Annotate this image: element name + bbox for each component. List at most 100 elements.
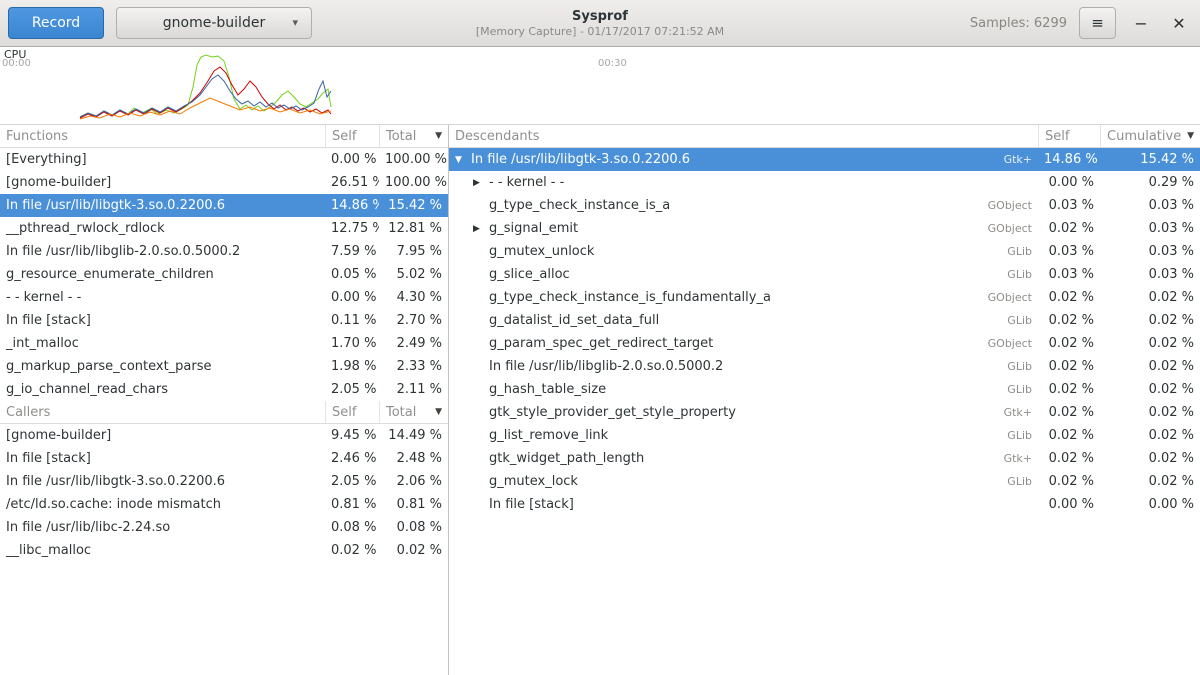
descendants-row[interactable]: g_hash_table_sizeGLib0.02 %0.02 %	[449, 378, 1200, 401]
column-header-self[interactable]: Self	[1038, 125, 1100, 147]
function-name: __pthread_rwlock_rdlock	[0, 221, 325, 236]
functions-row[interactable]: In file /usr/lib/libgtk-3.so.0.2200.614.…	[0, 194, 448, 217]
functions-row[interactable]: _int_malloc1.70 %2.49 %	[0, 332, 448, 355]
descendants-row[interactable]: In file [stack]0.00 %0.00 %	[449, 493, 1200, 516]
column-header-total-label: Total	[386, 405, 416, 420]
self-value: 0.05 %	[325, 267, 379, 282]
expander-open-icon[interactable]: ▼	[455, 155, 471, 165]
category-label: GLib	[960, 314, 1038, 327]
tree-cell: g_list_remove_link	[449, 428, 960, 443]
cumulative-value: 0.02 %	[1100, 451, 1200, 466]
self-value: 0.11 %	[325, 313, 379, 328]
functions-row[interactable]: [Everything]0.00 %100.00 %	[0, 148, 448, 171]
cumulative-value: 0.02 %	[1100, 313, 1200, 328]
right-pane: Descendants Self Cumulative ▼ ▼In file /…	[449, 125, 1200, 675]
function-name: [gnome-builder]	[0, 175, 325, 190]
sort-indicator-icon: ▼	[435, 131, 442, 141]
expander-closed-icon[interactable]: ▶	[473, 224, 489, 234]
tree-cell: ▶- - kernel - -	[449, 175, 960, 190]
descendants-row[interactable]: g_mutex_unlockGLib0.03 %0.03 %	[449, 240, 1200, 263]
sort-indicator-icon: ▼	[1187, 131, 1194, 141]
function-name: In file [stack]	[0, 313, 325, 328]
total-value: 2.49 %	[379, 336, 448, 351]
descendants-row[interactable]: g_mutex_lockGLib0.02 %0.02 %	[449, 470, 1200, 493]
self-value: 0.00 %	[325, 290, 379, 305]
category-label: GLib	[960, 429, 1038, 442]
descendants-row[interactable]: g_type_check_instance_is_aGObject0.03 %0…	[449, 194, 1200, 217]
descendants-row[interactable]: In file /usr/lib/libglib-2.0.so.0.5000.2…	[449, 355, 1200, 378]
column-header-descendants[interactable]: Descendants	[449, 125, 1038, 147]
cpu-graph[interactable]: CPU 00:00 00:30	[0, 47, 1200, 125]
category-label: GLib	[960, 475, 1038, 488]
descendant-name: g_type_check_instance_is_fundamentally_a	[489, 290, 771, 305]
minimize-button[interactable]: −	[1128, 7, 1154, 39]
self-value: 12.75 %	[325, 221, 379, 236]
total-value: 0.08 %	[379, 520, 448, 535]
callers-row[interactable]: [gnome-builder]9.45 %14.49 %	[0, 424, 448, 447]
callers-row[interactable]: /etc/ld.so.cache: inode mismatch0.81 %0.…	[0, 493, 448, 516]
descendants-row[interactable]: g_type_check_instance_is_fundamentally_a…	[449, 286, 1200, 309]
cumulative-value: 0.02 %	[1100, 382, 1200, 397]
menu-button[interactable]: ≡	[1079, 7, 1116, 39]
category-label: Gtk+	[960, 153, 1038, 166]
callers-row[interactable]: In file /usr/lib/libgtk-3.so.0.2200.62.0…	[0, 470, 448, 493]
descendants-row[interactable]: g_slice_allocGLib0.03 %0.03 %	[449, 263, 1200, 286]
functions-row[interactable]: g_resource_enumerate_children0.05 %5.02 …	[0, 263, 448, 286]
functions-row[interactable]: In file [stack]0.11 %2.70 %	[0, 309, 448, 332]
self-value: 0.08 %	[325, 520, 379, 535]
functions-row[interactable]: g_io_channel_read_chars2.05 %2.11 %	[0, 378, 448, 401]
tree-cell: ▶g_signal_emit	[449, 221, 960, 236]
functions-row[interactable]: __pthread_rwlock_rdlock12.75 %12.81 %	[0, 217, 448, 240]
callers-row[interactable]: In file [stack]2.46 %2.48 %	[0, 447, 448, 470]
total-value: 7.95 %	[379, 244, 448, 259]
category-label: GLib	[960, 383, 1038, 396]
functions-row[interactable]: - - kernel - -0.00 %4.30 %	[0, 286, 448, 309]
descendant-name: g_datalist_id_set_data_full	[489, 313, 659, 328]
descendants-row[interactable]: g_param_spec_get_redirect_targetGObject0…	[449, 332, 1200, 355]
close-button[interactable]: ✕	[1166, 7, 1192, 39]
descendants-row[interactable]: ▶g_signal_emitGObject0.02 %0.03 %	[449, 217, 1200, 240]
self-value: 0.00 %	[325, 152, 379, 167]
total-value: 2.06 %	[379, 474, 448, 489]
column-header-functions[interactable]: Functions	[0, 125, 325, 147]
functions-row[interactable]: In file /usr/lib/libglib-2.0.so.0.5000.2…	[0, 240, 448, 263]
column-header-self[interactable]: Self	[325, 401, 379, 423]
descendant-name: gtk_widget_path_length	[489, 451, 644, 466]
descendants-row[interactable]: g_list_remove_linkGLib0.02 %0.02 %	[449, 424, 1200, 447]
process-selector-dropdown[interactable]: gnome-builder ▾	[116, 7, 312, 39]
title-block: Sysprof [Memory Capture] - 01/17/2017 07…	[476, 9, 724, 38]
descendants-row[interactable]: gtk_widget_path_lengthGtk+0.02 %0.02 %	[449, 447, 1200, 470]
descendants-table: ▼In file /usr/lib/libgtk-3.so.0.2200.6 Gt…	[449, 148, 1200, 516]
functions-table-header: Functions Self Total ▼	[0, 125, 448, 148]
column-header-total[interactable]: Total ▼	[379, 125, 448, 147]
descendant-name: In file /usr/lib/libgtk-3.so.0.2200.6	[471, 152, 690, 167]
total-value: 2.48 %	[379, 451, 448, 466]
column-header-total[interactable]: Total ▼	[379, 401, 448, 423]
self-value: 14.86 %	[1038, 152, 1100, 167]
descendants-row[interactable]: g_datalist_id_set_data_fullGLib0.02 %0.0…	[449, 309, 1200, 332]
category-label: GLib	[960, 245, 1038, 258]
expander-closed-icon[interactable]: ▶	[473, 178, 489, 188]
category-label: GObject	[960, 337, 1038, 350]
column-header-callers[interactable]: Callers	[0, 401, 325, 423]
tree-cell: g_mutex_unlock	[449, 244, 960, 259]
functions-row[interactable]: g_markup_parse_context_parse1.98 %2.33 %	[0, 355, 448, 378]
self-value: 0.02 %	[1038, 336, 1100, 351]
callers-row[interactable]: __libc_malloc0.02 %0.02 %	[0, 539, 448, 562]
category-label: Gtk+	[960, 406, 1038, 419]
category-label: GObject	[960, 291, 1038, 304]
tree-cell: g_hash_table_size	[449, 382, 960, 397]
record-button[interactable]: Record	[8, 7, 104, 39]
descendants-row[interactable]: gtk_style_provider_get_style_property Gtk…	[449, 401, 1200, 424]
functions-row[interactable]: [gnome-builder]26.51 %100.00 %	[0, 171, 448, 194]
tree-cell: gtk_widget_path_length	[449, 451, 960, 466]
descendants-row[interactable]: ▶- - kernel - -0.00 %0.29 %	[449, 171, 1200, 194]
descendant-name: gtk_style_provider_get_style_property	[489, 405, 736, 420]
function-name: In file /usr/lib/libgtk-3.so.0.2200.6	[0, 198, 325, 213]
column-header-self[interactable]: Self	[325, 125, 379, 147]
column-header-cumulative[interactable]: Cumulative ▼	[1100, 125, 1200, 147]
tree-cell: g_mutex_lock	[449, 474, 960, 489]
tree-cell: gtk_style_provider_get_style_property	[449, 405, 960, 420]
callers-row[interactable]: In file /usr/lib/libc-2.24.so0.08 %0.08 …	[0, 516, 448, 539]
descendants-row[interactable]: ▼In file /usr/lib/libgtk-3.so.0.2200.6 Gt…	[449, 148, 1200, 171]
